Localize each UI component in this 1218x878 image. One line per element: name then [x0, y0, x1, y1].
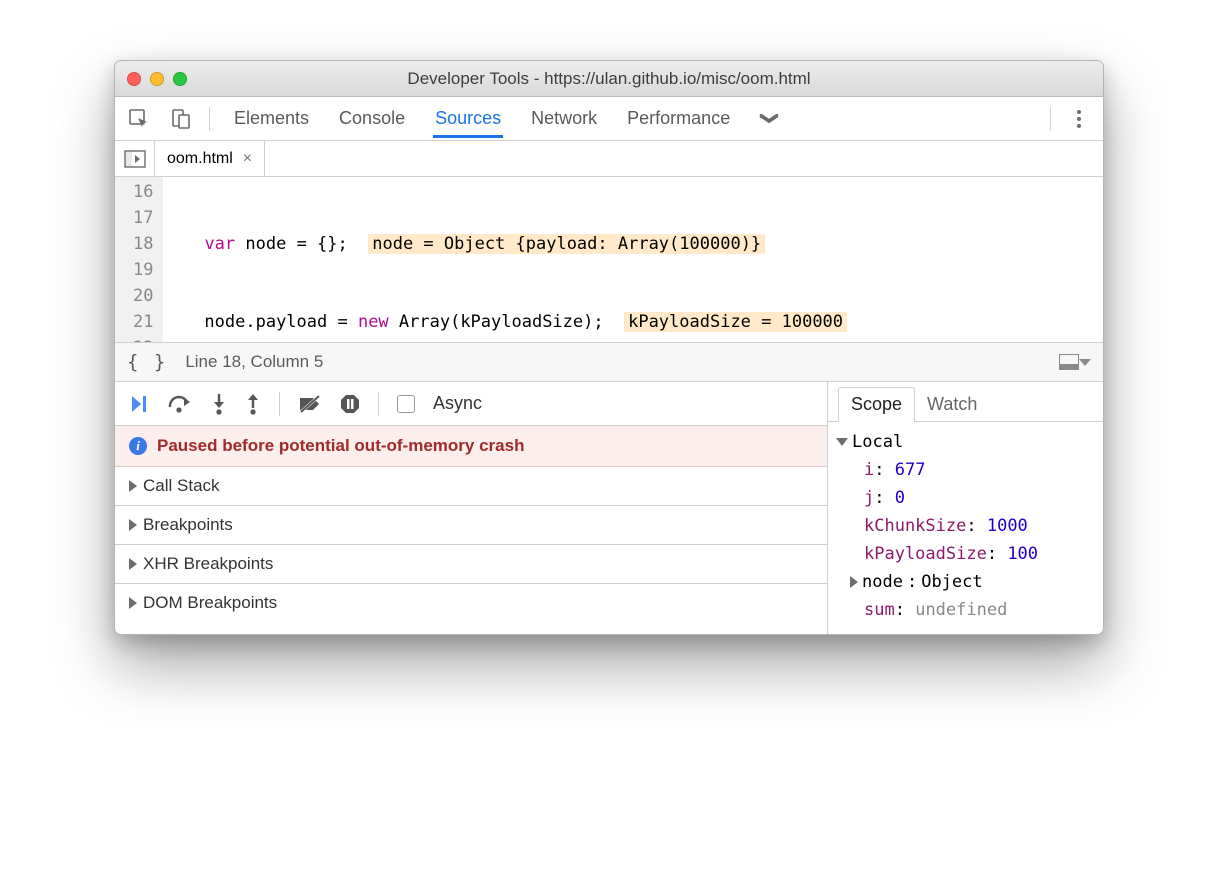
chevron-right-icon [850, 576, 858, 588]
line-number: 19 [133, 257, 153, 283]
separator [378, 392, 379, 416]
line-number: 16 [133, 179, 153, 205]
separator [279, 392, 280, 416]
scope-variable[interactable]: i: 677 [836, 456, 1095, 484]
close-window-button[interactable] [127, 72, 141, 86]
cursor-position: Line 18, Column 5 [185, 352, 323, 372]
drawer-menu-icon[interactable] [1079, 359, 1091, 366]
section-call-stack[interactable]: Call Stack [115, 467, 827, 506]
scope-variable[interactable]: node: Object [836, 568, 1095, 596]
code-line: var node = {}; node = Object {payload: A… [163, 231, 1103, 257]
debugger-pane: Async i Paused before potential out-of-m… [115, 382, 1103, 634]
scope-variable[interactable]: kChunkSize: 1000 [836, 512, 1095, 540]
file-tab[interactable]: oom.html × [155, 141, 265, 176]
chevron-right-icon [129, 519, 137, 531]
close-tab-icon[interactable]: × [243, 150, 252, 168]
scope-local-header[interactable]: Local [836, 428, 1095, 456]
device-toolbar-icon[interactable] [167, 105, 195, 133]
deactivate-breakpoints-button[interactable] [298, 394, 322, 414]
zoom-window-button[interactable] [173, 72, 187, 86]
chevron-right-icon [129, 480, 137, 492]
separator [1050, 107, 1051, 131]
line-number: 18 [133, 231, 153, 257]
pause-on-exceptions-button[interactable] [340, 394, 360, 414]
debugger-left: Async i Paused before potential out-of-m… [115, 382, 828, 634]
tab-watch[interactable]: Watch [915, 388, 989, 421]
chevron-down-icon [836, 438, 848, 446]
section-label: DOM Breakpoints [143, 593, 277, 613]
tab-network[interactable]: Network [529, 99, 599, 138]
tab-sources[interactable]: Sources [433, 99, 503, 138]
async-label: Async [433, 393, 482, 414]
pause-banner: i Paused before potential out-of-memory … [115, 426, 827, 467]
show-navigator-icon[interactable] [115, 141, 155, 176]
code-editor[interactable]: 16 17 18 19 20 21 22 var node = {}; node… [115, 177, 1103, 342]
kebab-menu-icon[interactable] [1065, 105, 1093, 133]
section-label: XHR Breakpoints [143, 554, 273, 574]
resume-button[interactable] [129, 394, 149, 414]
main-tabstrip: Elements Console Sources Network Perform… [115, 97, 1103, 141]
toggle-drawer-icon[interactable] [1059, 354, 1079, 370]
panel-tabs: Elements Console Sources Network Perform… [232, 99, 732, 138]
file-tab-label: oom.html [167, 150, 233, 168]
line-number: 17 [133, 205, 153, 231]
editor-statusbar: { } Line 18, Column 5 [115, 342, 1103, 382]
pretty-print-button[interactable]: { } [127, 351, 167, 373]
line-number: 20 [133, 283, 153, 309]
section-xhr-breakpoints[interactable]: XHR Breakpoints [115, 545, 827, 584]
inspect-element-icon[interactable] [125, 105, 153, 133]
chevron-right-icon [129, 558, 137, 570]
step-out-button[interactable] [245, 393, 261, 415]
async-checkbox[interactable] [397, 395, 415, 413]
devtools-window: Developer Tools - https://ulan.github.io… [114, 60, 1104, 635]
code-lines: var node = {}; node = Object {payload: A… [163, 177, 1103, 342]
step-into-button[interactable] [211, 393, 227, 415]
section-dom-breakpoints[interactable]: DOM Breakpoints [115, 584, 827, 622]
info-icon: i [129, 437, 147, 455]
tab-elements[interactable]: Elements [232, 99, 311, 138]
inline-value-hint: kPayloadSize = 100000 [624, 312, 847, 332]
tab-scope[interactable]: Scope [838, 387, 915, 422]
file-tab-row: oom.html × [115, 141, 1103, 177]
scope-tabstrip: Scope Watch [828, 382, 1103, 422]
window-titlebar: Developer Tools - https://ulan.github.io… [115, 61, 1103, 97]
window-title: Developer Tools - https://ulan.github.io… [115, 69, 1103, 89]
inline-value-hint: node = Object {payload: Array(100000)} [368, 234, 765, 254]
line-number: 22 [133, 335, 153, 342]
section-label: Breakpoints [143, 515, 233, 535]
scope-variable[interactable]: sum: undefined [836, 596, 1095, 624]
scope-body: Local i: 677 j: 0 kChunkSize: 1000 kPayl… [828, 422, 1103, 634]
scope-variable[interactable]: kPayloadSize: 100 [836, 540, 1095, 568]
step-over-button[interactable] [167, 394, 193, 414]
section-label: Call Stack [143, 476, 220, 496]
line-number: 21 [133, 309, 153, 335]
more-tabs-button[interactable] [758, 114, 780, 124]
chevron-right-icon [129, 597, 137, 609]
tab-performance[interactable]: Performance [625, 99, 732, 138]
section-breakpoints[interactable]: Breakpoints [115, 506, 827, 545]
code-line: node.payload = new Array(kPayloadSize); … [163, 309, 1103, 335]
traffic-lights [127, 72, 187, 86]
debug-toolbar: Async [115, 382, 827, 426]
scope-pane: Scope Watch Local i: 677 j: 0 kChunkSize… [828, 382, 1103, 634]
separator [209, 107, 210, 131]
scope-local-label: Local [852, 428, 903, 456]
minimize-window-button[interactable] [150, 72, 164, 86]
scope-variable[interactable]: j: 0 [836, 484, 1095, 512]
pause-message: Paused before potential out-of-memory cr… [157, 436, 524, 456]
tab-console[interactable]: Console [337, 99, 407, 138]
line-gutter: 16 17 18 19 20 21 22 [115, 177, 163, 342]
